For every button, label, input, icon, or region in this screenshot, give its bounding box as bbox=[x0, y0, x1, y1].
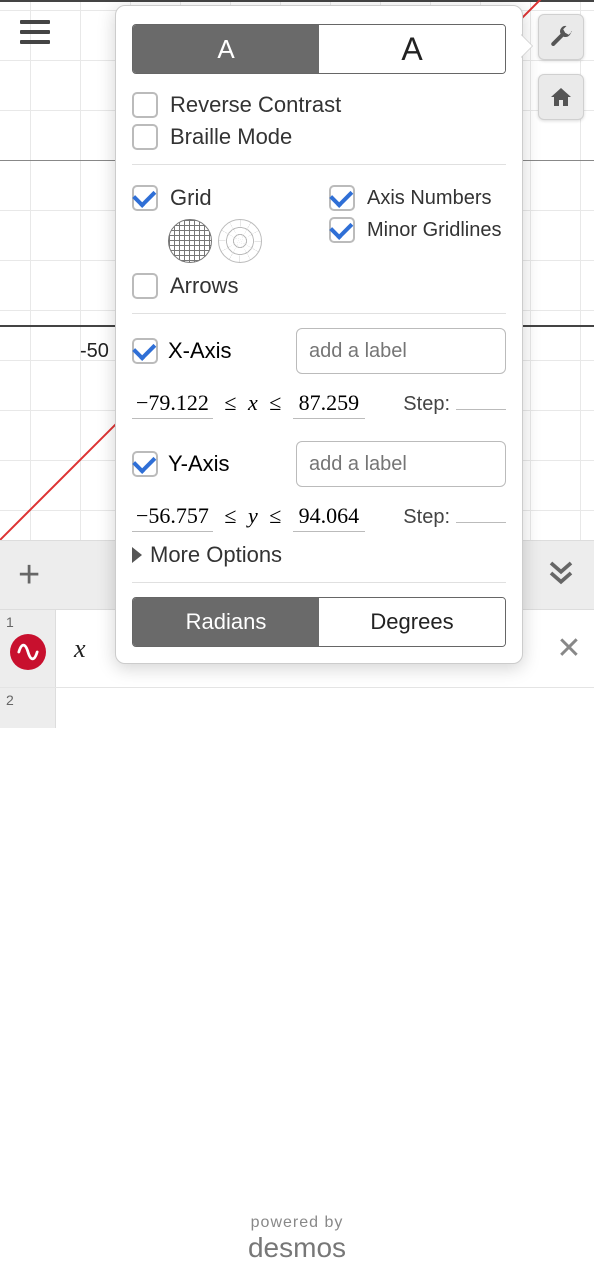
leq-symbol: ≤ bbox=[264, 503, 287, 529]
y-axis-label-input[interactable] bbox=[296, 441, 506, 487]
y-min-input[interactable]: −56.757 bbox=[132, 503, 213, 532]
expression-row[interactable]: 2 bbox=[0, 688, 594, 728]
font-size-small-label: A bbox=[217, 34, 234, 65]
tick-label: -50 bbox=[80, 340, 109, 363]
font-size-large-button[interactable]: A bbox=[319, 25, 505, 73]
menu-icon[interactable] bbox=[20, 20, 50, 44]
more-options-label: More Options bbox=[150, 542, 282, 568]
axis-numbers-checkbox[interactable] bbox=[329, 185, 355, 211]
home-icon bbox=[549, 85, 573, 109]
settings-button[interactable] bbox=[538, 14, 584, 60]
axis-line-top bbox=[0, 0, 594, 2]
x-axis-label: X-Axis bbox=[168, 338, 232, 364]
x-step-label: Step: bbox=[403, 393, 450, 416]
grid-checkbox[interactable] bbox=[132, 185, 158, 211]
y-axis-checkbox[interactable] bbox=[132, 451, 158, 477]
grid-label: Grid bbox=[170, 185, 212, 211]
cartesian-grid-icon[interactable] bbox=[168, 219, 212, 263]
home-button[interactable] bbox=[538, 74, 584, 120]
row-index-number: 1 bbox=[6, 614, 14, 630]
y-max-input[interactable]: 94.064 bbox=[293, 503, 365, 532]
arrows-checkbox[interactable] bbox=[132, 273, 158, 299]
y-var: y bbox=[248, 503, 258, 529]
degrees-label: Degrees bbox=[370, 609, 453, 635]
x-step-input[interactable] bbox=[456, 388, 506, 410]
chevron-right-icon bbox=[132, 547, 142, 563]
font-size-segmented: A A bbox=[132, 24, 506, 74]
y-step-input[interactable] bbox=[456, 501, 506, 523]
add-expression-button[interactable]: + bbox=[18, 554, 40, 597]
delete-expression-button[interactable]: ✕ bbox=[544, 631, 594, 666]
y-step-label: Step: bbox=[403, 506, 450, 529]
radians-label: Radians bbox=[186, 609, 267, 635]
brand-label: desmos bbox=[0, 1232, 594, 1264]
popover-caret bbox=[520, 34, 532, 58]
font-size-small-button[interactable]: A bbox=[133, 25, 319, 73]
x-axis-label-input[interactable] bbox=[296, 328, 506, 374]
x-var: x bbox=[248, 390, 258, 416]
x-max-input[interactable]: 87.259 bbox=[293, 390, 365, 419]
y-axis-label: Y-Axis bbox=[168, 451, 230, 477]
axis-numbers-label: Axis Numbers bbox=[367, 187, 491, 210]
expression-icon[interactable] bbox=[10, 634, 46, 670]
angle-mode-segmented: Radians Degrees bbox=[132, 597, 506, 647]
divider bbox=[132, 164, 506, 165]
arrows-label: Arrows bbox=[170, 273, 238, 299]
braille-mode-checkbox[interactable] bbox=[132, 124, 158, 150]
degrees-button[interactable]: Degrees bbox=[319, 598, 505, 646]
divider bbox=[132, 582, 506, 583]
leq-symbol: ≤ bbox=[219, 390, 242, 416]
polar-grid-icon[interactable] bbox=[218, 219, 262, 263]
row-index-number: 2 bbox=[6, 692, 14, 708]
radians-button[interactable]: Radians bbox=[133, 598, 319, 646]
reverse-contrast-label: Reverse Contrast bbox=[170, 92, 341, 118]
footer: powered by desmos bbox=[0, 1214, 594, 1264]
leq-symbol: ≤ bbox=[219, 503, 242, 529]
font-size-large-label: A bbox=[401, 31, 422, 68]
leq-symbol: ≤ bbox=[264, 390, 287, 416]
reverse-contrast-checkbox[interactable] bbox=[132, 92, 158, 118]
wrench-icon bbox=[549, 25, 573, 49]
graph-settings-popover: A A Reverse Contrast Braille Mode Grid A… bbox=[115, 5, 523, 664]
sine-wave-icon bbox=[17, 641, 39, 663]
minor-gridlines-label: Minor Gridlines bbox=[367, 219, 501, 242]
braille-mode-label: Braille Mode bbox=[170, 124, 292, 150]
collapse-keypad-button[interactable] bbox=[546, 558, 576, 593]
row-index: 2 bbox=[0, 688, 56, 728]
chevron-double-down-icon bbox=[546, 558, 576, 588]
minor-gridlines-checkbox[interactable] bbox=[329, 217, 355, 243]
x-axis-checkbox[interactable] bbox=[132, 338, 158, 364]
powered-by-label: powered by bbox=[0, 1214, 594, 1232]
row-index: 1 bbox=[0, 610, 56, 687]
x-min-input[interactable]: −79.122 bbox=[132, 390, 213, 419]
divider bbox=[132, 313, 506, 314]
more-options-toggle[interactable]: More Options bbox=[132, 542, 506, 568]
